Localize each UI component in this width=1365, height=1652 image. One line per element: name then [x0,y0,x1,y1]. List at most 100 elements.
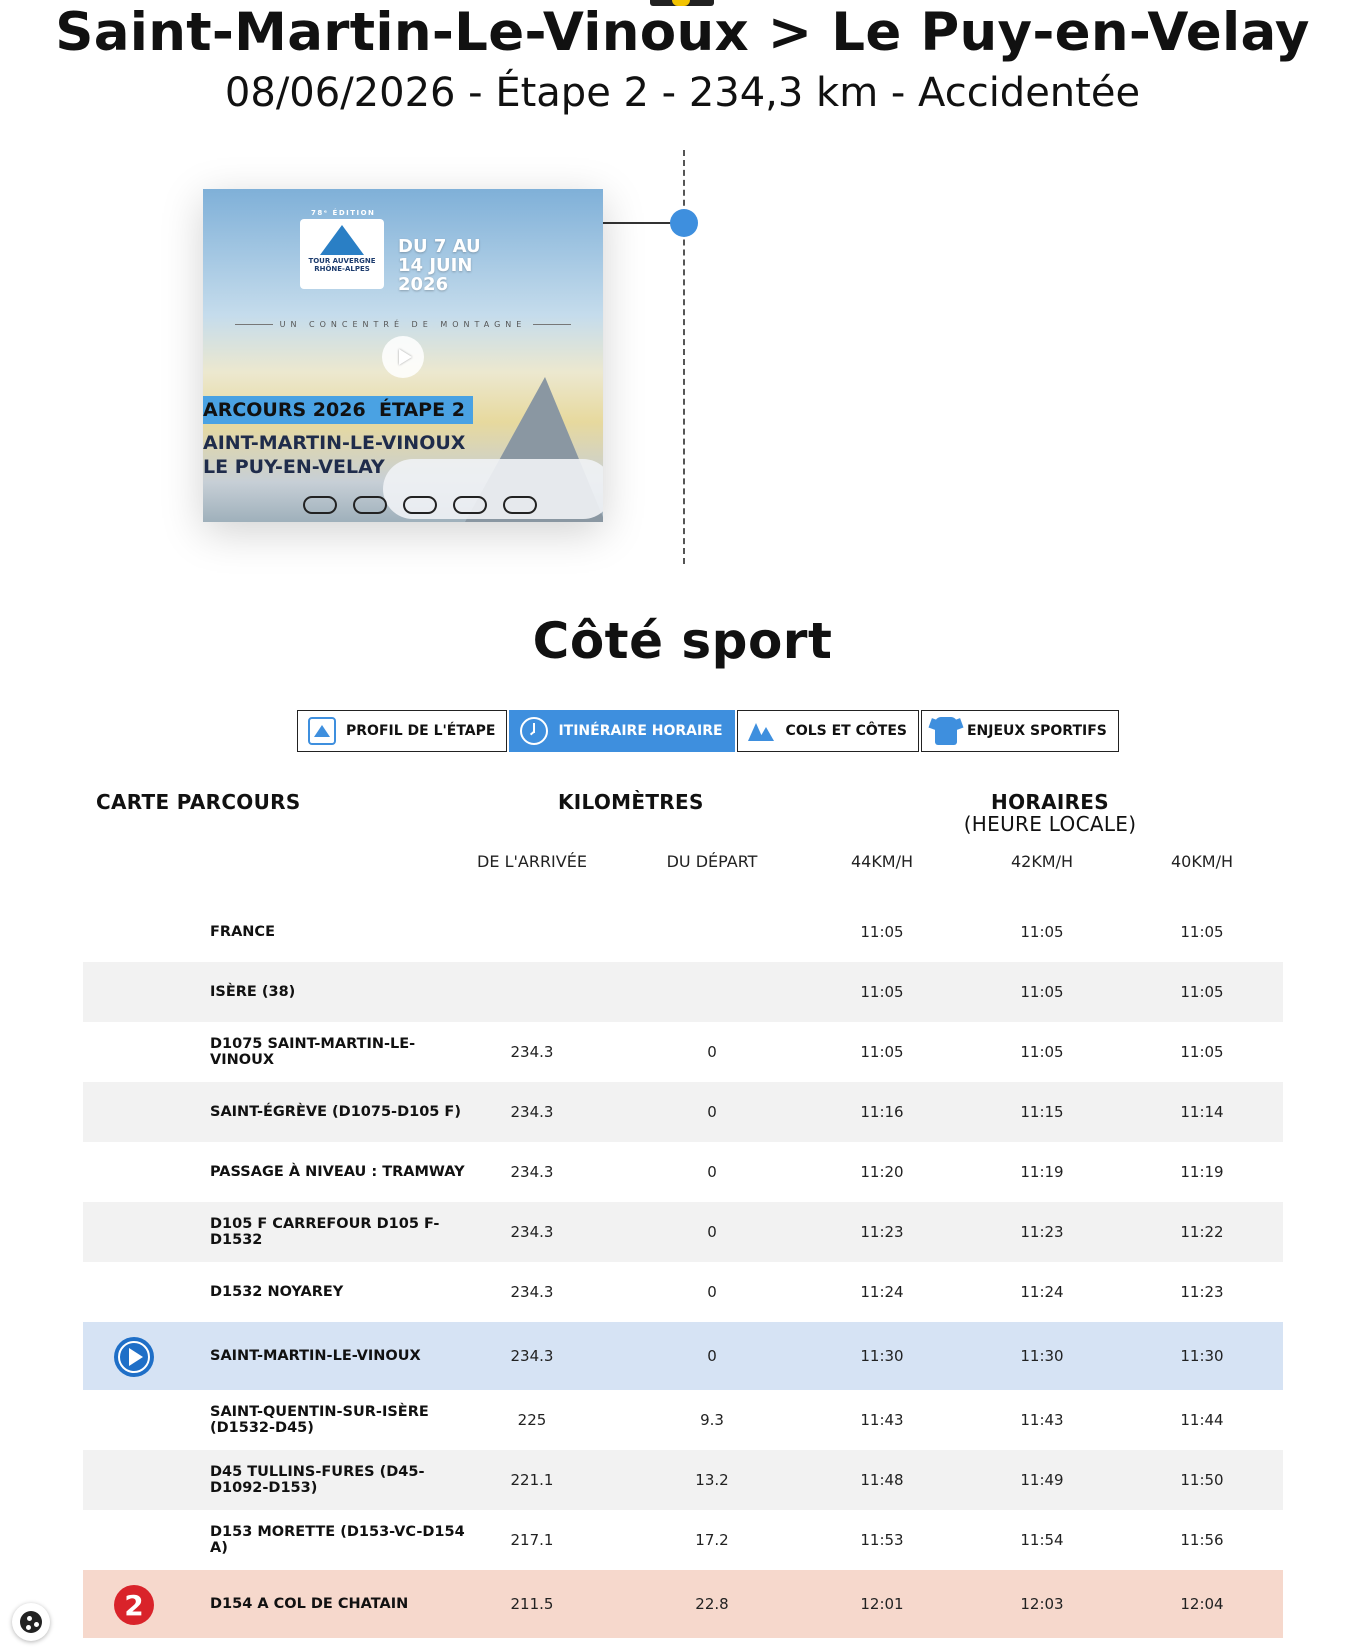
col-times-title: HORAIRES [991,790,1109,814]
timeline-dot [670,209,698,237]
rider [403,496,437,514]
km-from-start: 0 [707,1043,717,1061]
time-44kmh: 11:30 [860,1347,904,1365]
timetable: FRANCE 11:05 11:05 11:05 ISÈRE (38) 11:0… [83,902,1283,1638]
place-name: D105 F CARREFOUR D105 F-D1532 [210,1216,440,1248]
place-name: ISÈRE (38) [210,984,296,1000]
time-44kmh: 11:24 [860,1283,904,1301]
time-40kmh: 11:22 [1180,1223,1224,1241]
km-from-start: 0 [707,1223,717,1241]
tab-sport-stakes[interactable]: ENJEUX SPORTIFS [920,710,1119,752]
table-row: FRANCE 11:05 11:05 11:05 [83,902,1283,962]
tab-timetable[interactable]: ITINÉRAIRE HORAIRE [509,710,735,752]
table-row: D105 F CARREFOUR D105 F-D1532 234.3 0 11… [83,1202,1283,1262]
subhead-from-arrival: DE L'ARRIVÉE [477,852,587,871]
km-from-arrival: 234.3 [510,1223,554,1241]
subhead-44kmh: 44KM/H [850,852,914,871]
time-42kmh: 11:24 [1020,1283,1064,1301]
km-from-start: 0 [707,1283,717,1301]
col-kilometers: KILOMÈTRES [558,790,704,814]
subhead-42kmh: 42KM/H [1010,852,1074,871]
time-42kmh: 11:05 [1020,923,1064,941]
time-40kmh: 11:14 [1180,1103,1224,1121]
time-42kmh: 11:05 [1020,983,1064,1001]
start-play-icon [114,1337,154,1377]
route-text: AINT-MARTIN-LE-VINOUX LE PUY-EN-VELAY [203,431,465,479]
place-name: D153 MORETTE (D153-VC-D154 A) [210,1524,465,1556]
rider [303,496,337,514]
tab-stage-profile[interactable]: PROFIL DE L'ÉTAPE [297,710,508,752]
place-name: D1075 SAINT-MARTIN-LE-VINOUX [210,1036,416,1068]
place-name: D154 A COL DE CHATAIN [210,1596,409,1612]
km-from-arrival: 225 [517,1411,547,1429]
time-40kmh: 11:05 [1180,1043,1224,1061]
km-from-arrival: 234.3 [510,1283,554,1301]
sport-tabs: PROFIL DE L'ÉTAPE ITINÉRAIRE HORAIRE COL… [297,710,1119,752]
page-title: Saint-Martin-Le-Vinoux > Le Puy-en-Velay [55,2,1310,63]
table-row: PASSAGE À NIVEAU : TRAMWAY 234.3 0 11:20… [83,1142,1283,1202]
place-name: D1532 NOYAREY [210,1284,344,1300]
play-icon[interactable] [382,336,424,378]
stage-subtitle: 08/06/2026 - Étape 2 - 234,3 km - Accide… [224,70,1141,116]
time-42kmh: 11:30 [1020,1347,1064,1365]
table-row: ISÈRE (38) 11:05 11:05 11:05 [83,962,1283,1022]
cookie-icon[interactable] [12,1603,50,1641]
place-name: SAINT-ÉGRÈVE (D1075-D105 F) [210,1104,461,1120]
place-name: PASSAGE À NIVEAU : TRAMWAY [210,1164,465,1180]
km-from-start: 0 [707,1103,717,1121]
tour-logo: TOUR AUVERGNE RHÔNE-ALPES [300,219,384,289]
time-44kmh: 11:23 [860,1223,904,1241]
km-from-arrival: 217.1 [510,1531,554,1549]
time-42kmh: 11:54 [1020,1531,1064,1549]
section-title: Côté sport [532,612,833,670]
tagline: UN CONCENTRÉ DE MONTAGNE [235,320,571,329]
clock-icon [520,717,549,745]
tab-label: ITINÉRAIRE HORAIRE [558,723,723,739]
profile-icon [308,717,336,745]
place-name: SAINT-QUENTIN-SUR-ISÈRE (D1532-D45) [210,1404,429,1436]
climb-category-badge: 2 [114,1585,154,1625]
km-from-arrival: 234.3 [510,1103,554,1121]
place-name: D45 TULLINS-FURES (D45-D1092-D153) [210,1464,425,1496]
time-44kmh: 11:05 [860,923,904,941]
time-42kmh: 12:03 [1020,1595,1064,1613]
table-row: D1075 SAINT-MARTIN-LE-VINOUX 234.3 0 11:… [83,1022,1283,1082]
km-from-start: 0 [707,1347,717,1365]
rider [453,496,487,514]
km-from-start: 22.8 [695,1595,729,1613]
rider [353,496,387,514]
km-from-arrival [472,962,592,1022]
time-40kmh: 11:05 [1180,983,1224,1001]
time-42kmh: 11:05 [1020,1043,1064,1061]
km-from-arrival: 234.3 [510,1347,554,1365]
km-from-arrival: 221.1 [510,1471,554,1489]
stage-video-thumbnail[interactable]: 78ᵉ ÉDITION TOUR AUVERGNE RHÔNE-ALPES DU… [203,189,603,522]
time-44kmh: 12:01 [860,1595,904,1613]
time-44kmh: 11:43 [860,1411,904,1429]
km-from-start: 9.3 [700,1411,724,1429]
time-42kmh: 11:43 [1020,1411,1064,1429]
tour-logo-text: TOUR AUVERGNE RHÔNE-ALPES [308,257,376,273]
table-row: SAINT-ÉGRÈVE (D1075-D105 F) 234.3 0 11:1… [83,1082,1283,1142]
time-44kmh: 11:48 [860,1471,904,1489]
time-40kmh: 11:30 [1180,1347,1224,1365]
time-40kmh: 11:44 [1180,1411,1224,1429]
km-from-start: 0 [707,1163,717,1181]
time-40kmh: 11:05 [1180,923,1224,941]
col-route-map[interactable]: CARTE PARCOURS [96,790,301,814]
tab-label: ENJEUX SPORTIFS [966,723,1107,739]
subhead-from-start: DU DÉPART [666,852,758,871]
time-40kmh: 11:50 [1180,1471,1224,1489]
table-row: D153 MORETTE (D153-VC-D154 A) 217.1 17.2… [83,1510,1283,1570]
tab-label: PROFIL DE L'ÉTAPE [346,723,496,739]
tab-climbs[interactable]: COLS ET CÔTES [736,710,919,752]
col-times: HORAIRES (HEURE LOCALE) [960,790,1140,836]
col-times-subtitle: (HEURE LOCALE) [963,812,1137,836]
course-label: ARCOURS 2026 [203,396,374,424]
route-start: AINT-MARTIN-LE-VINOUX [203,432,466,454]
time-44kmh: 11:05 [860,1043,904,1061]
mountain-logo-icon [320,225,364,255]
time-42kmh: 11:15 [1020,1103,1064,1121]
time-44kmh: 11:16 [860,1103,904,1121]
time-40kmh: 12:04 [1180,1595,1224,1613]
